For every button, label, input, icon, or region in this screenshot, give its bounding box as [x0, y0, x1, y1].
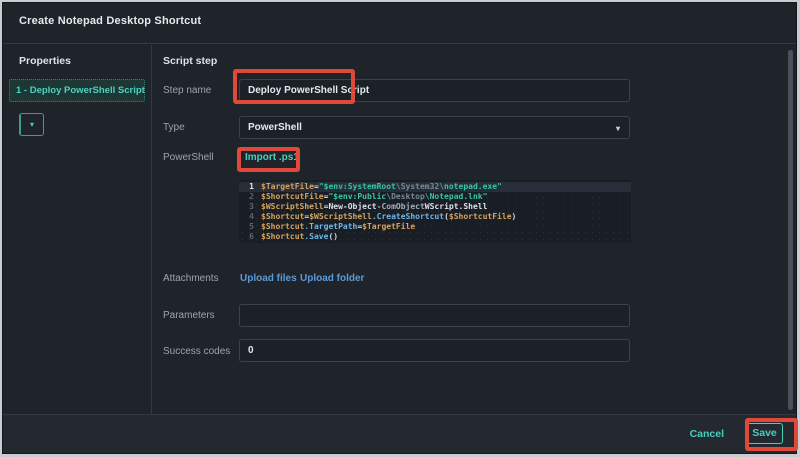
dialog-create-shortcut: Create Notepad Desktop Shortcut Properti…	[2, 2, 797, 454]
code-token: -ComObject	[376, 202, 425, 211]
chevron-down-icon: ▾	[29, 120, 34, 129]
dialog-titlebar: Create Notepad Desktop Shortcut	[3, 3, 796, 44]
vertical-scrollbar[interactable]	[788, 50, 793, 410]
step-name-label: Step name	[163, 85, 212, 96]
code-line-1[interactable]: 1 $TargetFile = "$env:SystemRoot \System32…	[239, 182, 631, 192]
sidebar-header: Properties	[19, 55, 71, 67]
code-token: .TargetPath	[304, 222, 358, 231]
code-token: $Shortcut	[261, 232, 305, 241]
add-script-step-button[interactable]: Add script step ▾	[19, 113, 44, 136]
code-line-5[interactable]: 5 $Shortcut .TargetPath = $TargetFile	[239, 222, 631, 232]
script-step-panel: Script step Step name Deploy PowerShell …	[153, 45, 796, 414]
code-token: ()	[328, 232, 339, 241]
code-token: Notepad.lnk"	[429, 192, 488, 201]
code-token: $ShortcutFile	[448, 212, 512, 221]
dialog-title: Create Notepad Desktop Shortcut	[19, 15, 202, 27]
cancel-button[interactable]: Cancel	[690, 428, 724, 440]
dialog-footer: Cancel Save	[3, 414, 796, 453]
panel-title: Script step	[163, 55, 218, 67]
powershell-label: PowerShell	[163, 152, 214, 163]
line-number: 6	[249, 232, 254, 241]
attachments-label: Attachments	[163, 273, 219, 284]
code-token: $WScriptShell	[261, 202, 324, 211]
code-line-4[interactable]: 4 $Shortcut = $WScriptShell .CreateShortcu…	[239, 212, 631, 222]
properties-sidebar: Properties 1 - Deploy PowerShell Script …	[3, 45, 152, 414]
code-token: \System32\	[395, 182, 445, 191]
type-select-value: PowerShell	[248, 122, 302, 133]
code-line-3[interactable]: 3 $WScriptShell = New-Object -ComObject W…	[239, 202, 631, 212]
code-token: .CreateShortcut	[371, 212, 445, 221]
line-number: 3	[249, 202, 254, 211]
save-button[interactable]: Save	[746, 423, 783, 444]
code-token: )	[511, 212, 517, 221]
chevron-down-icon: ▾	[615, 124, 620, 133]
upload-folder-link[interactable]: Upload folder	[300, 273, 364, 284]
code-token: $TargetFile	[261, 182, 314, 191]
type-select[interactable]: PowerShell ▾	[239, 116, 630, 139]
code-token: "$env:Public	[328, 192, 387, 201]
code-token: .Save	[304, 232, 329, 241]
line-number: 2	[249, 192, 254, 201]
code-token: $TargetFile	[362, 222, 416, 231]
line-number: 1	[249, 182, 254, 191]
success-codes-label: Success codes	[163, 346, 231, 357]
import-ps1-link[interactable]: Import .ps1	[245, 152, 299, 163]
code-token: "$env:SystemRoot	[318, 182, 396, 191]
code-token: WScript.Shell	[424, 202, 488, 211]
code-token: notepad.exe"	[444, 182, 502, 191]
code-line-6[interactable]: 6 $Shortcut .Save()	[239, 232, 631, 242]
line-number: 4	[249, 212, 254, 221]
code-token: $Shortcut	[261, 212, 305, 221]
code-token: $Shortcut	[261, 222, 305, 231]
upload-files-link[interactable]: Upload files	[240, 273, 297, 284]
success-codes-input[interactable]: 0	[239, 339, 630, 362]
powershell-code-editor[interactable]: 1 $TargetFile = "$env:SystemRoot \System32…	[239, 180, 631, 243]
sidebar-item-step-1[interactable]: 1 - Deploy PowerShell Script	[9, 79, 145, 102]
code-token: $ShortcutFile	[261, 192, 324, 201]
add-script-step-dropdown[interactable]: ▾	[21, 114, 43, 135]
parameters-label: Parameters	[163, 310, 215, 321]
line-number: 5	[249, 222, 254, 231]
step-name-input[interactable]: Deploy PowerShell Script	[239, 79, 630, 102]
code-token: New-Object	[328, 202, 377, 211]
code-token: \Desktop\	[386, 192, 430, 201]
type-label: Type	[163, 122, 185, 133]
parameters-input[interactable]	[239, 304, 630, 327]
code-line-2[interactable]: 2 $ShortcutFile = "$env:Public \Desktop\ No…	[239, 192, 631, 202]
code-token: $WScriptShell	[309, 212, 372, 221]
